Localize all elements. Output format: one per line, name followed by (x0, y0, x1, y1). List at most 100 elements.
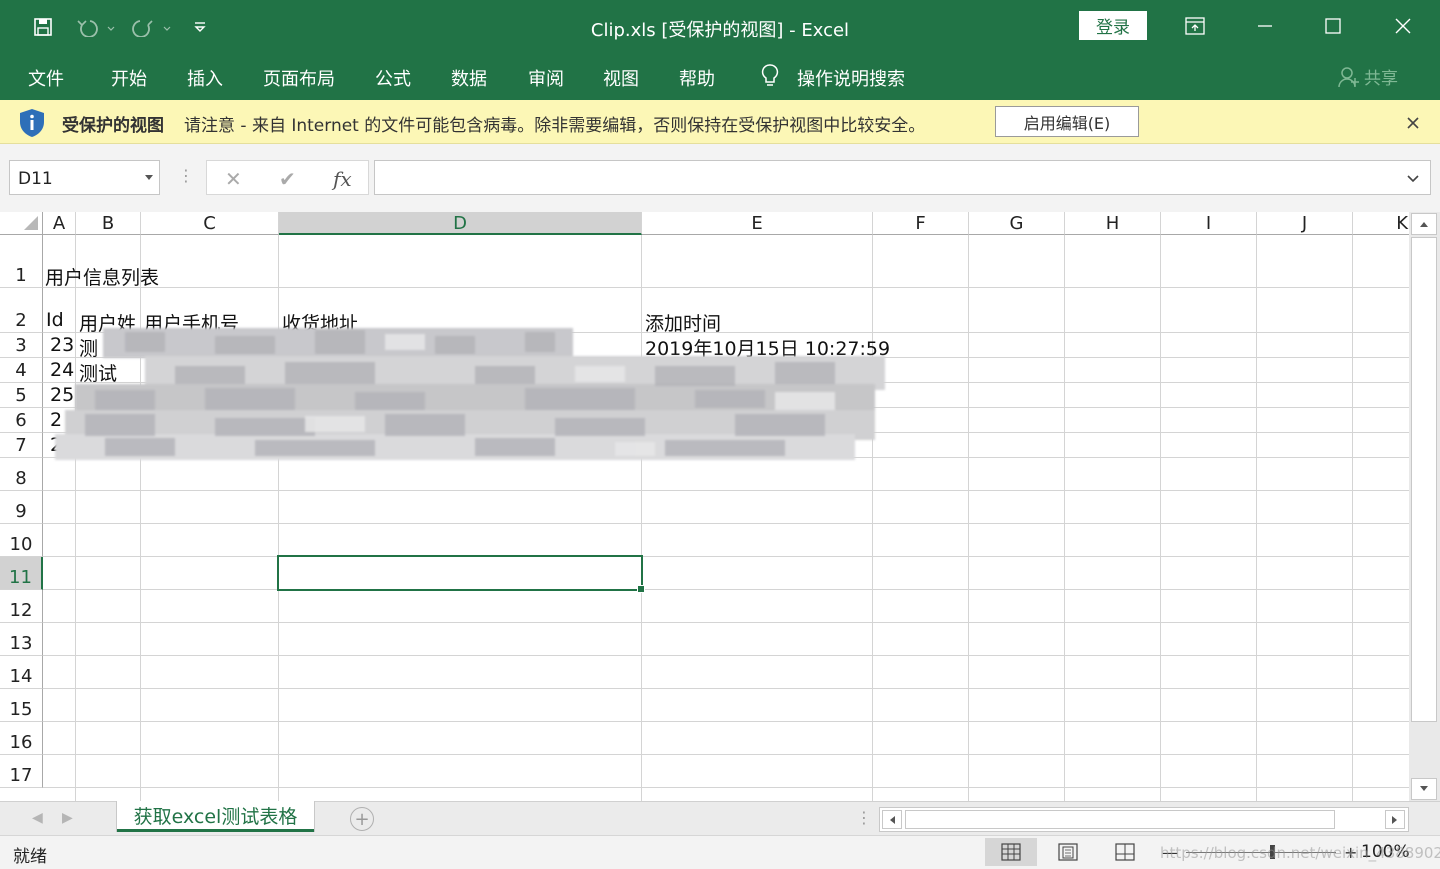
normal-view-icon[interactable] (985, 838, 1037, 866)
name-box[interactable]: D11 (9, 160, 160, 195)
maximize-icon[interactable] (1310, 8, 1356, 44)
tab-data[interactable]: 数据 (451, 65, 487, 91)
column-header-h[interactable]: H (1065, 212, 1161, 235)
select-all-corner[interactable] (0, 212, 43, 235)
sheet-tab-active[interactable]: 获取excel测试表格 (117, 801, 314, 832)
share-label: 共享 (1364, 69, 1398, 89)
name-box-dropdown-icon[interactable] (145, 175, 153, 180)
page-layout-view-icon[interactable] (1042, 838, 1094, 866)
row-header-1[interactable]: 1 (0, 235, 43, 288)
tab-view[interactable]: 视图 (603, 65, 639, 91)
tab-formulas[interactable]: 公式 (375, 65, 411, 91)
horizontal-scroll-thumb[interactable] (905, 810, 1335, 829)
row-header-6[interactable]: 6 (0, 408, 43, 433)
row-header-7[interactable]: 7 (0, 433, 43, 458)
login-button[interactable]: 登录 (1079, 11, 1147, 40)
formula-bar-grip-icon[interactable]: ⋮ (178, 166, 194, 185)
horizontal-scrollbar[interactable] (879, 807, 1409, 832)
tab-page-layout[interactable]: 页面布局 (263, 65, 335, 91)
row-header-11[interactable]: 11 (0, 557, 43, 590)
ribbon-display-options-icon[interactable] (1172, 8, 1218, 44)
save-icon[interactable] (30, 14, 56, 40)
row-header-8[interactable]: 8 (0, 458, 43, 491)
cell-a1[interactable]: 用户信息列表 (45, 263, 159, 290)
row-header-5[interactable]: 5 (0, 383, 43, 408)
close-message-bar-icon[interactable] (1402, 112, 1424, 134)
column-header-c[interactable]: C (141, 212, 279, 235)
lightbulb-icon[interactable] (760, 63, 780, 94)
gridline (43, 721, 1409, 722)
row-header-13[interactable]: 13 (0, 623, 43, 656)
column-header-d[interactable]: D (279, 212, 642, 235)
protected-view-title: 受保护的视图 (62, 116, 164, 136)
enter-icon[interactable]: ✔ (279, 167, 296, 191)
expand-formula-bar-icon[interactable] (1406, 174, 1420, 184)
minimize-icon[interactable] (1242, 8, 1288, 44)
tab-home[interactable]: 开始 (111, 65, 147, 91)
status-bar: 就绪 — + 100% https://blog.csdn.net/weixin… (0, 835, 1440, 869)
protected-view-message: 请注意 - 来自 Internet 的文件可能包含病毒。除非需要编辑，否则保持在… (184, 116, 926, 136)
tab-help[interactable]: 帮助 (679, 65, 715, 91)
share-button[interactable]: 共享 (1338, 64, 1398, 89)
gridline (43, 490, 1409, 491)
column-header-e[interactable]: E (642, 212, 873, 235)
column-header-a[interactable]: A (43, 212, 76, 235)
row-header-17[interactable]: 17 (0, 755, 43, 788)
row-header-4[interactable]: 4 (0, 358, 43, 383)
selected-cell-d11[interactable] (277, 555, 645, 593)
gridline (1352, 235, 1353, 801)
column-header-i[interactable]: I (1161, 212, 1257, 235)
shield-icon (18, 108, 46, 142)
gridline (968, 235, 969, 801)
gridline (75, 235, 76, 801)
tell-me-search[interactable]: 操作说明搜索 (797, 65, 905, 91)
scroll-left-icon[interactable] (882, 810, 902, 829)
person-icon (1338, 66, 1359, 87)
gridline (43, 655, 1409, 656)
scroll-right-icon[interactable] (1385, 810, 1405, 829)
row-header-2[interactable]: 2 (0, 288, 43, 333)
column-header-f[interactable]: F (873, 212, 969, 235)
watermark: https://blog.csdn.net/weixin_43889026 (1160, 844, 1440, 862)
formula-buttons: ✕ ✔ fx (206, 160, 369, 195)
close-icon[interactable] (1380, 8, 1426, 44)
worksheet-grid[interactable]: A B C D E F G H I J K 1 2 3 4 5 6 7 8 9 … (0, 212, 1409, 801)
row-header-16[interactable]: 16 (0, 722, 43, 755)
sheet-scroll-right-icon[interactable]: ▶ (62, 810, 73, 826)
page-break-preview-icon[interactable] (1099, 838, 1151, 866)
split-handle-icon[interactable]: ⋮ (856, 808, 872, 827)
column-header-j[interactable]: J (1257, 212, 1353, 235)
row-header-3[interactable]: 3 (0, 333, 43, 358)
gridline (140, 235, 141, 801)
row-header-14[interactable]: 14 (0, 656, 43, 689)
row-header-12[interactable]: 12 (0, 590, 43, 623)
tab-review[interactable]: 审阅 (528, 65, 564, 91)
insert-function-icon[interactable]: fx (333, 167, 352, 191)
tab-insert[interactable]: 插入 (187, 65, 223, 91)
row-header-9[interactable]: 9 (0, 491, 43, 524)
scroll-down-icon[interactable] (1411, 778, 1437, 800)
undo-icon[interactable] (74, 14, 118, 40)
scroll-up-icon[interactable] (1411, 213, 1437, 235)
cancel-icon[interactable]: ✕ (225, 167, 242, 191)
name-box-value: D11 (18, 169, 53, 189)
add-sheet-icon[interactable]: + (350, 807, 374, 831)
column-header-g[interactable]: G (969, 212, 1065, 235)
customize-toolbar-icon[interactable] (188, 14, 212, 40)
gridline (1256, 235, 1257, 801)
column-header-k[interactable]: K (1353, 212, 1409, 235)
row-header-15[interactable]: 15 (0, 689, 43, 722)
gridline (1064, 235, 1065, 801)
formula-input[interactable] (374, 160, 1431, 195)
gridline (43, 589, 1409, 590)
vertical-scroll-thumb[interactable] (1411, 237, 1437, 722)
tab-file[interactable]: 文件 (28, 65, 64, 91)
gridline (43, 556, 1409, 557)
column-header-b[interactable]: B (76, 212, 141, 235)
vertical-scrollbar[interactable] (1409, 212, 1440, 801)
row-header-10[interactable]: 10 (0, 524, 43, 557)
redo-icon[interactable] (130, 14, 174, 40)
sheet-scroll-left-icon[interactable]: ◀ (32, 810, 43, 826)
gridline (43, 754, 1409, 755)
enable-editing-button[interactable]: 启用编辑(E) (995, 106, 1139, 137)
